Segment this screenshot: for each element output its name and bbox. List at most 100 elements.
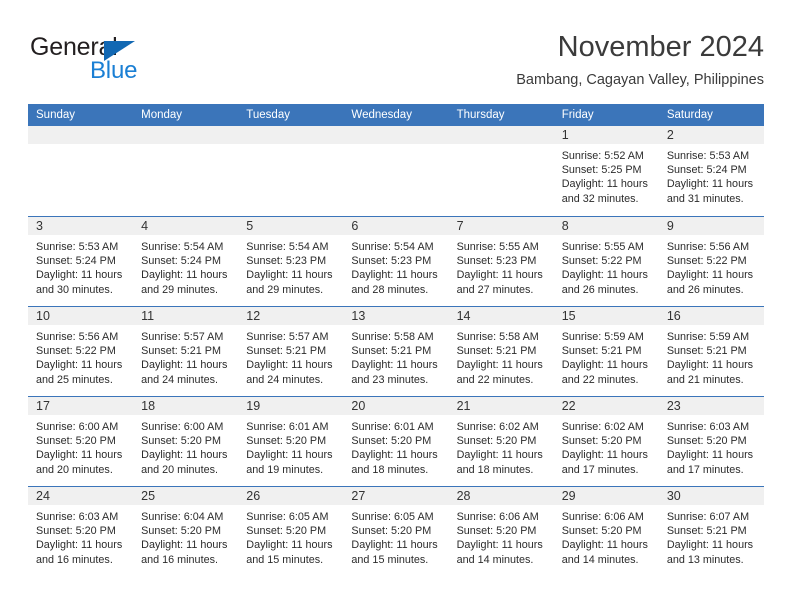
sunrise-text: Sunrise: 6:07 AM	[666, 511, 750, 523]
daylight-text: Daylight: 11 hours and 25 minutes.	[36, 359, 123, 386]
calendar-day-cell[interactable]: 23 Sunrise: 6:03 AM Sunset: 5:20 PM Dayligh…	[658, 397, 764, 486]
calendar-day-cell[interactable]: 8 Sunrise: 5:55 AM Sunset: 5:22 PM Daylight…	[553, 217, 659, 306]
sunrise-text: Sunrise: 5:59 AM	[561, 331, 644, 343]
calendar-day-cell[interactable]: 16 Sunrise: 5:59 AM Sunset: 5:21 PM Dayligh…	[658, 307, 764, 396]
calendar-day-cell[interactable]: 13 Sunrise: 5:58 AM Sunset: 5:21 PM Dayligh…	[343, 307, 449, 396]
daylight-text: Daylight: 11 hours and 22 minutes.	[561, 359, 648, 386]
calendar-day-cell[interactable]: 29 Sunrise: 6:06 AM Sunset: 5:20 PM Dayligh…	[553, 487, 659, 576]
calendar-day-cell[interactable]: 11 Sunrise: 5:57 AM Sunset: 5:21 PM Dayligh…	[133, 307, 239, 396]
calendar-day-cell[interactable]: 19 Sunrise: 6:01 AM Sunset: 5:20 PM Dayligh…	[238, 397, 344, 486]
daylight-text: Daylight: 11 hours and 26 minutes.	[561, 269, 648, 296]
day-sun-info: Sunrise: 5:55 AM Sunset: 5:23 PM Daylight:…	[449, 235, 554, 297]
daylight-text: Daylight: 11 hours and 16 minutes.	[141, 539, 228, 566]
day-sun-info: Sunrise: 6:00 AM Sunset: 5:20 PM Daylight:…	[28, 415, 133, 477]
sunrise-text: Sunrise: 5:59 AM	[666, 331, 750, 343]
day-sun-info: Sunrise: 6:01 AM Sunset: 5:20 PM Daylight:…	[238, 415, 343, 477]
page-title: November 2024	[557, 31, 764, 63]
calendar-day-cell[interactable]: 24 Sunrise: 6:03 AM Sunset: 5:20 PM Dayligh…	[28, 487, 134, 576]
day-number-band: 22	[553, 397, 659, 415]
sunrise-text: Sunrise: 5:58 AM	[351, 331, 434, 343]
day-sun-info: Sunrise: 6:07 AM Sunset: 5:21 PM Daylight:…	[659, 505, 764, 567]
daylight-text: Daylight: 11 hours and 18 minutes.	[351, 449, 438, 476]
calendar-day-cell[interactable]: 14 Sunrise: 5:58 AM Sunset: 5:21 PM Dayligh…	[448, 307, 554, 396]
calendar-day-cell[interactable]: 22 Sunrise: 6:02 AM Sunset: 5:20 PM Dayligh…	[553, 397, 659, 486]
sunset-text: Sunset: 5:20 PM	[246, 525, 327, 538]
calendar-day-cell[interactable]: 1 Sunrise: 5:52 AM Sunset: 5:25 PM Daylight…	[553, 126, 659, 216]
daylight-text: Daylight: 11 hours and 31 minutes.	[666, 178, 754, 205]
calendar-day-cell[interactable]: 18 Sunrise: 6:00 AM Sunset: 5:20 PM Dayligh…	[133, 397, 239, 486]
day-number: 27	[351, 489, 366, 503]
calendar-day-cell[interactable]: 4 Sunrise: 5:54 AM Sunset: 5:24 PM Daylight…	[133, 217, 239, 306]
day-sun-info: Sunrise: 5:58 AM Sunset: 5:21 PM Daylight:…	[343, 325, 448, 387]
day-sun-info: Sunrise: 5:58 AM Sunset: 5:21 PM Daylight:…	[449, 325, 554, 387]
sunset-text: Sunset: 5:22 PM	[561, 255, 642, 268]
day-number-band: 20	[343, 397, 449, 415]
day-number-band	[343, 126, 449, 144]
day-number-band: 16	[658, 307, 764, 325]
calendar-day-cell[interactable]: 26 Sunrise: 6:05 AM Sunset: 5:20 PM Dayligh…	[238, 487, 344, 576]
sunset-text: Sunset: 5:24 PM	[666, 164, 747, 177]
day-number-band: 5	[238, 217, 344, 235]
sunrise-text: Sunrise: 6:03 AM	[36, 511, 119, 523]
weekday-header-sunday: Sunday	[36, 109, 76, 121]
calendar-day-cell[interactable]: 20 Sunrise: 6:01 AM Sunset: 5:20 PM Dayligh…	[343, 397, 449, 486]
sunrise-text: Sunrise: 6:00 AM	[141, 421, 224, 433]
sunrise-text: Sunrise: 5:54 AM	[246, 241, 329, 253]
calendar-day-cell[interactable]: 25 Sunrise: 6:04 AM Sunset: 5:20 PM Dayligh…	[133, 487, 239, 576]
day-number-band: 4	[133, 217, 239, 235]
calendar-week-row: 24 Sunrise: 6:03 AM Sunset: 5:20 PM Dayligh…	[28, 486, 764, 576]
day-number: 25	[141, 489, 156, 503]
calendar-day-cell[interactable]: 15 Sunrise: 5:59 AM Sunset: 5:21 PM Dayligh…	[553, 307, 659, 396]
day-number-band	[28, 126, 134, 144]
calendar-day-cell[interactable]: 3 Sunrise: 5:53 AM Sunset: 5:24 PM Daylight…	[28, 217, 134, 306]
calendar-day-cell[interactable]: 12 Sunrise: 5:57 AM Sunset: 5:21 PM Dayligh…	[238, 307, 344, 396]
day-number-band: 30	[658, 487, 764, 505]
day-sun-info: Sunrise: 6:05 AM Sunset: 5:20 PM Daylight:…	[343, 505, 448, 567]
calendar-day-cell[interactable]: 6 Sunrise: 5:54 AM Sunset: 5:23 PM Daylight…	[343, 217, 449, 306]
daylight-text: Daylight: 11 hours and 23 minutes.	[351, 359, 438, 386]
calendar-day-cell[interactable]: 27 Sunrise: 6:05 AM Sunset: 5:20 PM Dayligh…	[343, 487, 449, 576]
day-number: 21	[456, 399, 471, 413]
calendar-day-cell[interactable]: 2 Sunrise: 5:53 AM Sunset: 5:24 PM Daylight…	[658, 126, 764, 216]
sunrise-text: Sunrise: 6:06 AM	[561, 511, 644, 523]
daylight-text: Daylight: 11 hours and 19 minutes.	[246, 449, 333, 476]
sunrise-text: Sunrise: 6:06 AM	[456, 511, 539, 523]
daylight-text: Daylight: 11 hours and 29 minutes.	[141, 269, 228, 296]
day-sun-info: Sunrise: 6:03 AM Sunset: 5:20 PM Daylight:…	[659, 415, 764, 477]
calendar-day-cell[interactable]: 17 Sunrise: 6:00 AM Sunset: 5:20 PM Dayligh…	[28, 397, 134, 486]
calendar-day-cell[interactable]: 10 Sunrise: 5:56 AM Sunset: 5:22 PM Dayligh…	[28, 307, 134, 396]
calendar-day-cell[interactable]: 28 Sunrise: 6:06 AM Sunset: 5:20 PM Dayligh…	[448, 487, 554, 576]
day-number-band: 26	[238, 487, 344, 505]
day-number-band: 19	[238, 397, 344, 415]
day-number: 13	[351, 309, 366, 323]
calendar-day-cell[interactable]: 9 Sunrise: 5:56 AM Sunset: 5:22 PM Daylight…	[658, 217, 764, 306]
daylight-text: Daylight: 11 hours and 17 minutes.	[561, 449, 648, 476]
day-number: 22	[561, 399, 576, 413]
general-blue-logo[interactable]: General Blue	[30, 34, 200, 90]
day-number-band: 12	[238, 307, 344, 325]
calendar-day-cell[interactable]: 5 Sunrise: 5:54 AM Sunset: 5:23 PM Daylight…	[238, 217, 344, 306]
calendar-day-cell[interactable]: 21 Sunrise: 6:02 AM Sunset: 5:20 PM Dayligh…	[448, 397, 554, 486]
day-number: 15	[561, 309, 576, 323]
daylight-text: Daylight: 11 hours and 16 minutes.	[36, 539, 123, 566]
daylight-text: Daylight: 11 hours and 20 minutes.	[141, 449, 228, 476]
calendar-day-cell[interactable]: 7 Sunrise: 5:55 AM Sunset: 5:23 PM Daylight…	[448, 217, 554, 306]
sunrise-text: Sunrise: 5:53 AM	[36, 241, 119, 253]
sunset-text: Sunset: 5:20 PM	[456, 435, 537, 448]
day-number: 2	[666, 128, 674, 142]
day-sun-info: Sunrise: 6:06 AM Sunset: 5:20 PM Daylight:…	[449, 505, 554, 567]
daylight-text: Daylight: 11 hours and 30 minutes.	[36, 269, 123, 296]
daylight-text: Daylight: 11 hours and 20 minutes.	[36, 449, 123, 476]
day-number-band	[448, 126, 554, 144]
day-number: 7	[456, 219, 464, 233]
daylight-text: Daylight: 11 hours and 27 minutes.	[456, 269, 543, 296]
location-subtitle: Bambang, Cagayan Valley, Philippines	[516, 72, 764, 88]
day-number-band: 7	[448, 217, 554, 235]
calendar-day-cell[interactable]: 30 Sunrise: 6:07 AM Sunset: 5:21 PM Dayligh…	[658, 487, 764, 576]
sunrise-text: Sunrise: 6:02 AM	[561, 421, 644, 433]
day-number-band	[238, 126, 344, 144]
day-sun-info: Sunrise: 6:00 AM Sunset: 5:20 PM Daylight:…	[133, 415, 238, 477]
day-number-band: 23	[658, 397, 764, 415]
sunset-text: Sunset: 5:21 PM	[351, 345, 432, 358]
calendar-day-cell-empty	[133, 126, 239, 216]
